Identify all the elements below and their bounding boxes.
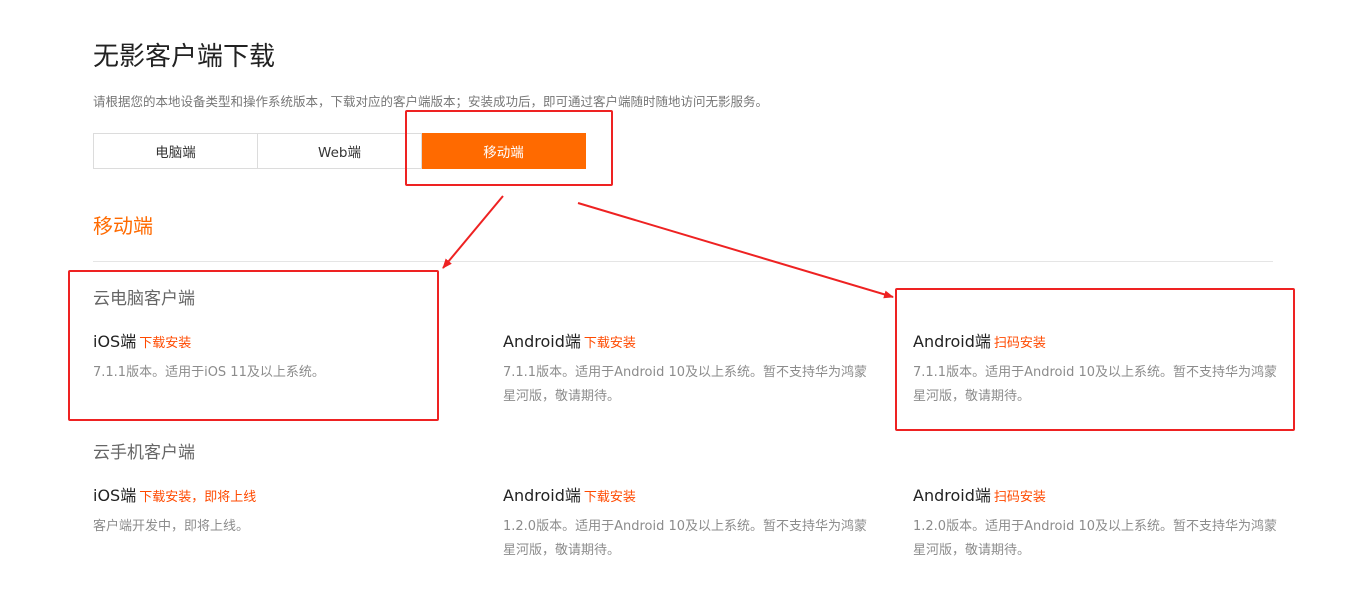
annotation-arrows (442, 195, 894, 299)
arrow-to-ios (442, 195, 504, 269)
arrow-to-android (577, 202, 894, 299)
